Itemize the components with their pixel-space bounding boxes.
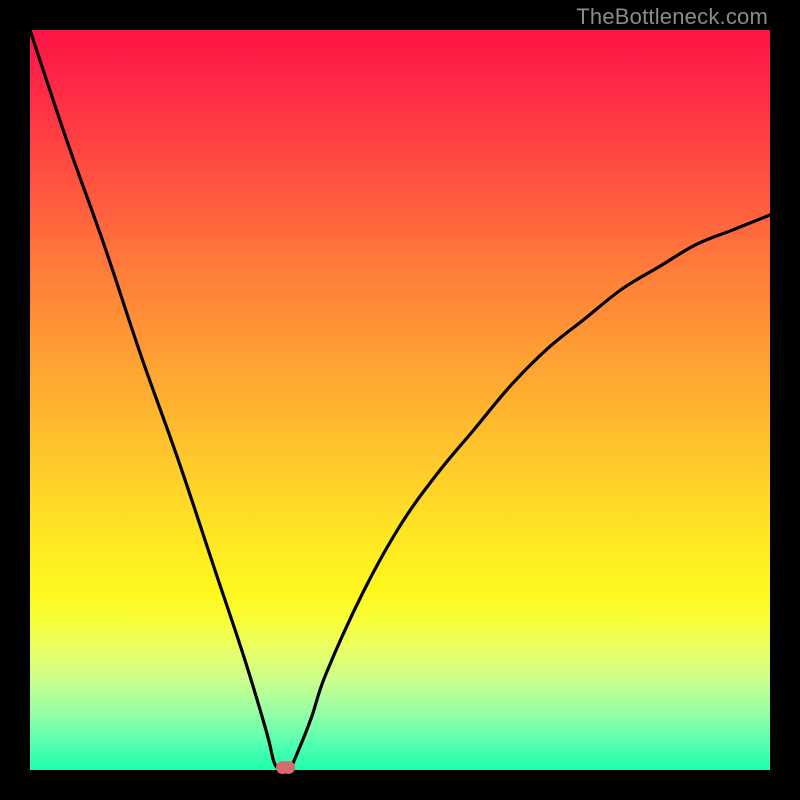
bottleneck-curve [30,30,770,770]
watermark-label: TheBottleneck.com [576,4,768,30]
chart-frame: TheBottleneck.com [0,0,800,800]
plot-area [30,30,770,770]
minimum-marker [282,761,295,774]
minimum-marker [276,761,289,774]
